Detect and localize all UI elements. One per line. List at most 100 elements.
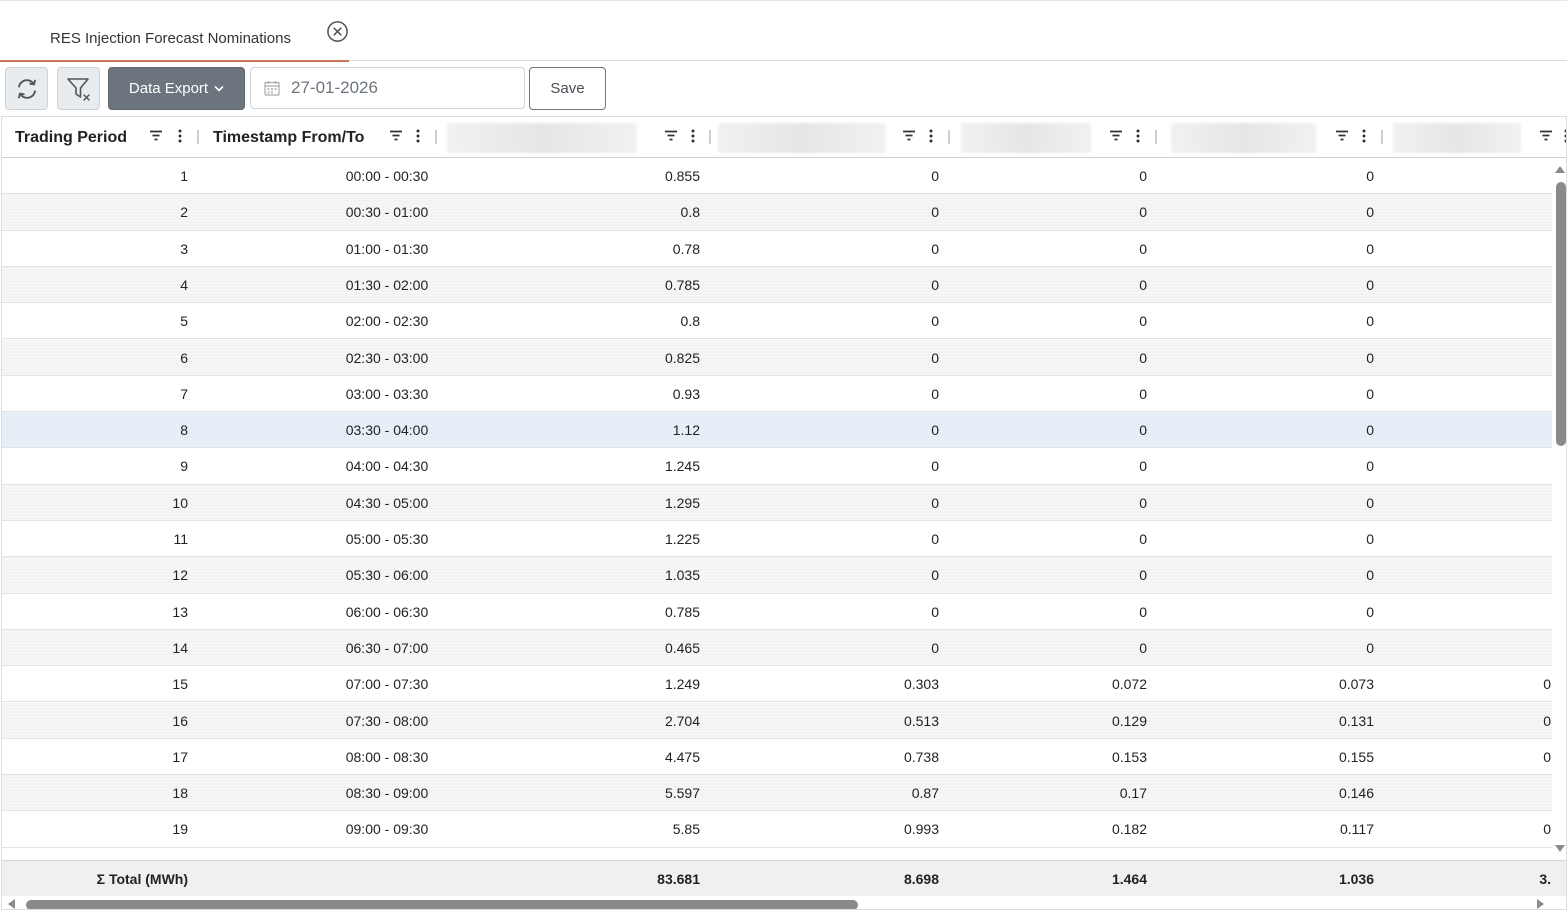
value-cell: 0: [1139, 204, 1147, 221]
vertical-scrollbar[interactable]: [1552, 158, 1566, 860]
value-cell: 0: [1139, 168, 1147, 184]
filter-icon[interactable]: [1335, 129, 1349, 143]
data-grid: Trading Period Timestamp From/To 1 00:00…: [1, 116, 1567, 910]
toolbar: Data Export Save: [0, 61, 1567, 116]
scroll-down-arrow[interactable]: [1555, 845, 1565, 852]
trading-period-cell: 6: [180, 349, 188, 366]
kebab-menu-icon[interactable]: [690, 128, 696, 144]
table-row[interactable]: 7 03:00 - 03:30 0.93 0 0 0: [2, 376, 1552, 413]
table-row[interactable]: 4 01:30 - 02:00 0.785 0 0 0: [2, 266, 1552, 304]
table-row[interactable]: 3 01:00 - 01:30 0.78 0 0 0: [2, 231, 1552, 267]
kebab-menu-icon[interactable]: [1563, 128, 1567, 144]
tab-bar: RES Injection Forecast Nominations: [0, 0, 1567, 62]
column-header-trading-period[interactable]: Trading Period: [2, 117, 199, 158]
table-row[interactable]: 5 02:00 - 02:30 0.8 0 0 0: [2, 303, 1552, 340]
filter-icon[interactable]: [389, 129, 403, 143]
value-cell: 0: [931, 458, 939, 475]
value-cell: 0.155: [1338, 748, 1374, 765]
timestamp-cell: 09:00 - 09:30: [345, 821, 429, 838]
tab-res-injection[interactable]: RES Injection Forecast Nominations: [0, 1, 349, 62]
table-row[interactable]: 16 07:30 - 08:00 2.704 0.513 0.129 0.131 0: [2, 702, 1552, 739]
value-cell: 0.513: [903, 712, 939, 729]
value-cell: 1.12: [672, 422, 700, 439]
column-resizer[interactable]: [435, 130, 437, 144]
value-cell: 0: [1366, 349, 1374, 366]
table-row[interactable]: 18 08:30 - 09:00 5.597 0.87 0.17 0.146: [2, 775, 1552, 812]
trading-period-cell: 18: [172, 785, 188, 802]
vertical-scroll-thumb[interactable]: [1556, 182, 1566, 446]
column-header-4[interactable]: [710, 117, 950, 158]
filter-icon[interactable]: [1109, 129, 1123, 143]
timestamp-cell: 08:00 - 08:30: [345, 748, 429, 765]
value-cell: 0: [1139, 639, 1147, 656]
value-cell: 0: [931, 639, 939, 656]
timestamp-cell: 00:00 - 00:30: [345, 168, 429, 184]
timestamp-cell: 07:30 - 08:00: [345, 712, 429, 729]
value-cell: 0: [931, 531, 939, 547]
close-icon[interactable]: [326, 20, 349, 43]
table-row[interactable]: 1 00:00 - 00:30 0.855 0 0 0: [2, 158, 1552, 195]
filter-icon[interactable]: [902, 129, 916, 143]
value-cell: 0.87: [911, 785, 939, 802]
value-cell: 0.785: [664, 276, 700, 293]
kebab-menu-icon[interactable]: [415, 128, 421, 144]
table-row[interactable]: 8 03:30 - 04:00 1.12 0 0 0: [2, 412, 1552, 449]
column-header-6[interactable]: [1157, 117, 1383, 158]
value-cell: [1482, 630, 1551, 666]
value-cell: 0: [1139, 313, 1147, 330]
table-row[interactable]: 2 00:30 - 01:00 0.8 0 0 0: [2, 194, 1552, 231]
table-row[interactable]: 19 09:00 - 09:30 5.85 0.993 0.182 0.117 0: [2, 811, 1552, 848]
value-cell: 0: [1543, 748, 1551, 765]
table-row[interactable]: 14 06:30 - 07:00 0.465 0 0 0: [2, 629, 1552, 667]
clear-filter-button[interactable]: [57, 67, 100, 110]
table-row[interactable]: 9 04:00 - 04:30 1.245 0 0 0: [2, 448, 1552, 485]
trading-period-cell: 19: [172, 821, 188, 838]
horizontal-scroll-thumb[interactable]: [26, 900, 858, 909]
totals-row: Σ Total (MWh) 83.681 8.698 1.464 1.036 3…: [2, 860, 1566, 896]
column-header-3[interactable]: [439, 117, 711, 158]
table-row[interactable]: 17 08:00 - 08:30 4.475 0.738 0.153 0.155 0: [2, 739, 1552, 776]
value-cell: 0.8: [680, 204, 700, 221]
table-row[interactable]: 15 07:00 - 07:30 1.249 0.303 0.072 0.073 0: [2, 666, 1552, 703]
table-row[interactable]: 12 05:30 - 06:00 1.035 0 0 0: [2, 557, 1552, 594]
value-cell: 0: [1139, 422, 1147, 439]
value-cell: [1482, 267, 1551, 303]
calendar-icon[interactable]: [263, 79, 281, 97]
value-cell: [1482, 158, 1551, 194]
totals-label: Σ Total (MWh): [96, 871, 188, 887]
kebab-menu-icon[interactable]: [928, 128, 934, 144]
trading-period-cell: 10: [172, 494, 188, 511]
column-header-5[interactable]: [949, 117, 1157, 158]
save-button[interactable]: Save: [529, 67, 606, 110]
value-cell: [1482, 557, 1551, 593]
filter-icon[interactable]: [664, 129, 678, 143]
filter-icon[interactable]: [1539, 129, 1553, 143]
table-row[interactable]: 13 06:00 - 06:30 0.785 0 0 0: [2, 594, 1552, 630]
scroll-right-arrow[interactable]: [1537, 899, 1544, 909]
column-header-timestamp[interactable]: Timestamp From/To: [199, 117, 439, 158]
horizontal-scrollbar[interactable]: [2, 897, 1566, 909]
value-cell: 0: [1139, 276, 1147, 293]
value-cell: 1.295: [664, 494, 700, 511]
data-export-button[interactable]: Data Export: [108, 67, 245, 110]
date-picker[interactable]: [250, 67, 525, 109]
value-cell: [1482, 448, 1551, 484]
kebab-menu-icon[interactable]: [1135, 128, 1141, 144]
value-cell: 0: [931, 385, 939, 402]
kebab-menu-icon[interactable]: [177, 128, 183, 144]
table-row[interactable]: 10 04:30 - 05:00 1.295 0 0 0: [2, 484, 1552, 521]
timestamp-cell: 03:00 - 03:30: [345, 385, 429, 402]
date-input[interactable]: [291, 78, 511, 98]
kebab-menu-icon[interactable]: [1361, 128, 1367, 144]
table-row[interactable]: 11 05:00 - 05:30 1.225 0 0 0: [2, 521, 1552, 558]
table-row[interactable]: 6 02:30 - 03:00 0.825 0 0 0: [2, 339, 1552, 376]
refresh-button[interactable]: [5, 67, 48, 110]
scroll-up-arrow[interactable]: [1555, 166, 1565, 173]
value-cell: 0.17: [1119, 785, 1147, 802]
scroll-left-arrow[interactable]: [8, 899, 15, 909]
total-value: 1.036: [1338, 871, 1374, 887]
value-cell: 0: [1139, 494, 1147, 511]
value-cell: 0: [1366, 531, 1374, 547]
filter-icon[interactable]: [149, 129, 163, 143]
column-header-7[interactable]: [1383, 117, 1567, 158]
